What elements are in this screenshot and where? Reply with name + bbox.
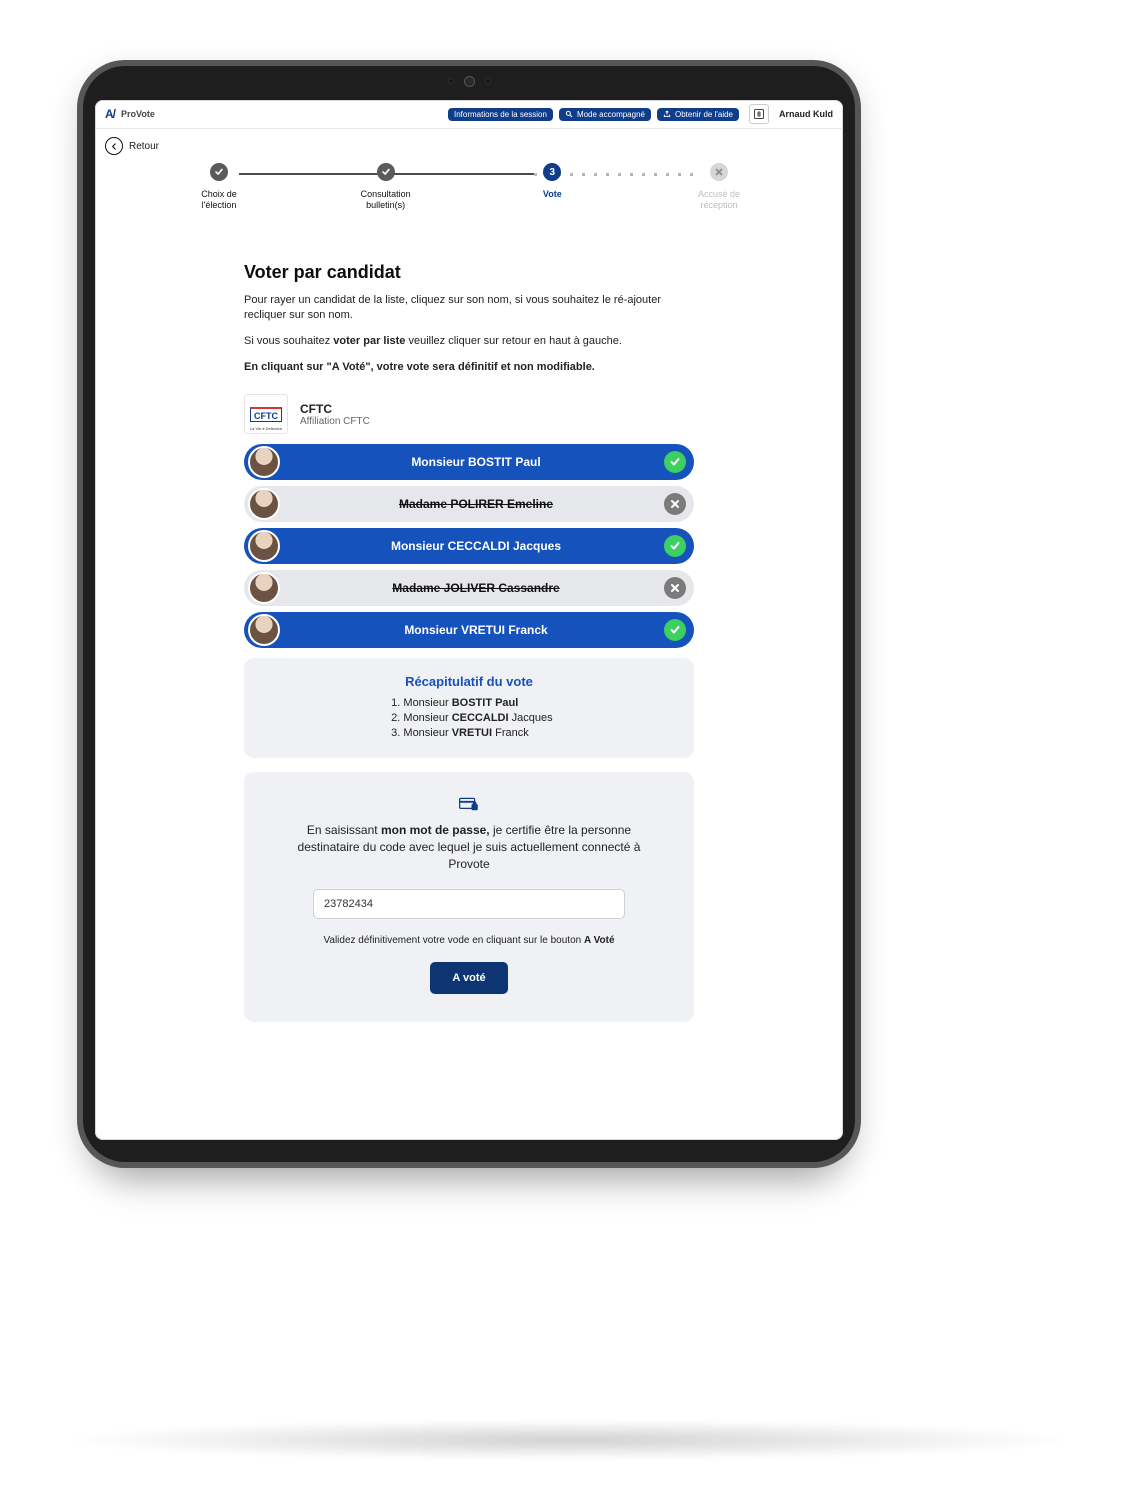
step-4-dot: [710, 163, 728, 181]
step-3-dot: 3: [543, 163, 561, 181]
step-1-label: Choix de l'élection: [189, 189, 249, 212]
x-icon: [714, 167, 724, 177]
search-icon: [565, 110, 573, 118]
app-name: ProVote: [121, 109, 155, 119]
candidate-row[interactable]: Monsieur BOSTIT Paul: [244, 444, 694, 480]
candidate-row[interactable]: Madame JOLIVER Cassandre: [244, 570, 694, 606]
candidate-avatar: [248, 488, 280, 520]
candidate-name: Madame POLIRER Emeline: [288, 497, 664, 511]
removed-x-icon: [664, 577, 686, 599]
back-button[interactable]: [105, 137, 123, 155]
tablet-frame: A/ ProVote Informations de la session Mo…: [77, 60, 861, 1168]
selected-check-icon: [664, 535, 686, 557]
selected-check-icon: [664, 451, 686, 473]
back-row: Retour: [95, 129, 843, 163]
card-lock-icon: [284, 796, 654, 812]
list-header: CFTC La Vie à Défendre CFTC Affiliation …: [244, 394, 694, 434]
step-4: Accusé de réception: [689, 163, 749, 212]
recap-item: Monsieur CECCALDI Jacques: [403, 712, 552, 724]
candidate-name: Monsieur BOSTIT Paul: [288, 455, 664, 469]
list-affiliation: Affiliation CFTC: [300, 416, 370, 427]
candidate-avatar: [248, 614, 280, 646]
recap-item: Monsieur BOSTIT Paul: [403, 697, 552, 709]
instructions-2: Si vous souhaitez voter par liste veuill…: [244, 334, 694, 350]
accessibility-button[interactable]: [749, 104, 769, 124]
selected-check-icon: [664, 619, 686, 641]
candidate-name: Madame JOLIVER Cassandre: [288, 581, 664, 595]
page-title: Voter par candidat: [244, 262, 694, 283]
candidate-name: Monsieur CECCALDI Jacques: [288, 539, 664, 553]
top-bar: A/ ProVote Informations de la session Mo…: [95, 100, 843, 129]
candidate-row[interactable]: Monsieur VRETUI Franck: [244, 612, 694, 648]
instructions-3: En cliquant sur "A Voté", votre vote ser…: [244, 360, 694, 376]
candidate-avatar: [248, 572, 280, 604]
list-logo: CFTC La Vie à Défendre: [244, 394, 288, 434]
vote-submit-button[interactable]: A voté: [430, 962, 507, 994]
main-content: Voter par candidat Pour rayer un candida…: [244, 262, 694, 1022]
back-label[interactable]: Retour: [129, 141, 159, 152]
step-1-dot: [210, 163, 228, 181]
logo-icon: A/: [105, 107, 115, 121]
password-hint: Validez définitivement votre vode en cli…: [284, 935, 654, 946]
brand: A/ ProVote: [105, 107, 155, 121]
removed-x-icon: [664, 493, 686, 515]
list-name: CFTC: [300, 402, 370, 416]
step-2-dot: [377, 163, 395, 181]
step-2: Consultation bulletin(s): [356, 163, 416, 212]
step-4-label: Accusé de réception: [689, 189, 749, 212]
progress-stepper: Choix de l'élection Consultation bulleti…: [189, 163, 749, 242]
candidate-avatar: [248, 530, 280, 562]
header-actions: Informations de la session Mode accompag…: [448, 108, 739, 121]
password-input[interactable]: [313, 889, 625, 919]
device-shadow: [60, 1420, 1079, 1460]
assisted-mode-button[interactable]: Mode accompagné: [559, 108, 651, 121]
arrow-left-icon: [110, 142, 119, 151]
session-info-button[interactable]: Informations de la session: [448, 108, 553, 121]
get-help-button[interactable]: Obtenir de l'aide: [657, 108, 739, 121]
recap-item: Monsieur VRETUI Franck: [403, 727, 552, 739]
step-2-label: Consultation bulletin(s): [356, 189, 416, 212]
candidate-name: Monsieur VRETUI Franck: [288, 623, 664, 637]
candidate-row[interactable]: Madame POLIRER Emeline: [244, 486, 694, 522]
candidate-avatar: [248, 446, 280, 478]
app-screen: A/ ProVote Informations de la session Mo…: [95, 100, 843, 1140]
vote-recap: Récapitulatif du vote Monsieur BOSTIT Pa…: [244, 658, 694, 758]
user-name[interactable]: Arnaud Kuld: [779, 109, 833, 119]
password-panel: En saisissant mon mot de passe, je certi…: [244, 772, 694, 1021]
candidate-row[interactable]: Monsieur CECCALDI Jacques: [244, 528, 694, 564]
recap-title: Récapitulatif du vote: [262, 674, 676, 689]
step-3: 3 Vote: [522, 163, 582, 212]
check-icon: [381, 167, 391, 177]
check-icon: [214, 167, 224, 177]
tablet-camera: [434, 76, 504, 86]
step-3-label: Vote: [522, 189, 582, 200]
accessibility-icon: [753, 108, 765, 120]
password-lead: En saisissant mon mot de passe, je certi…: [284, 822, 654, 872]
instructions-1: Pour rayer un candidat de la liste, cliq…: [244, 293, 694, 325]
step-1: Choix de l'élection: [189, 163, 249, 212]
share-icon: [663, 110, 671, 118]
